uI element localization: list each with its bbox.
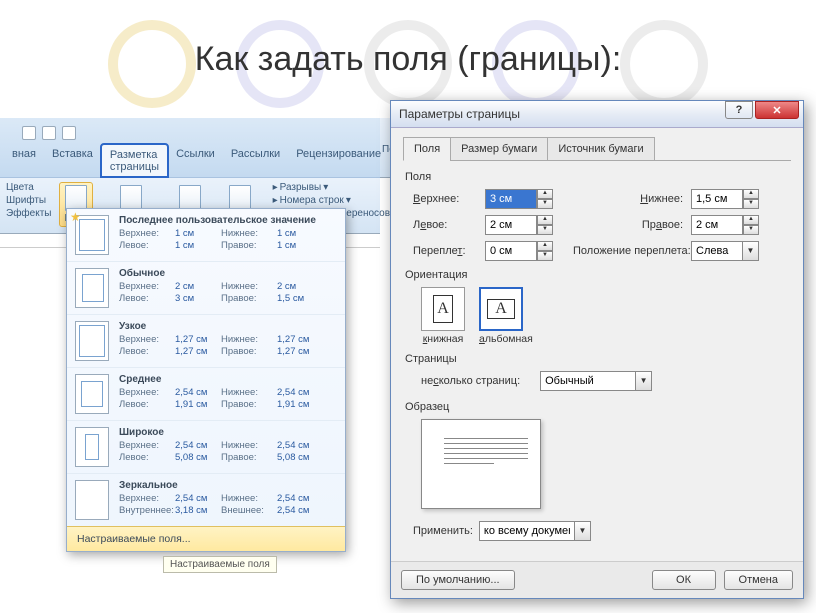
multi-pages-label: несколько страниц: — [421, 375, 520, 387]
quick-access-toolbar — [0, 124, 380, 144]
margin-preset-item[interactable]: СреднееВерхнее:2,54 смНижнее:2,54 смЛево… — [67, 368, 345, 421]
ribbon-tabs: вная Вставка Разметка страницы Ссылки Ра… — [0, 144, 380, 177]
margin-preset-item[interactable]: ШирокоеВерхнее:2,54 смНижнее:2,54 смЛево… — [67, 421, 345, 474]
left-spinner[interactable]: ▲▼ — [485, 215, 565, 235]
right-input[interactable] — [691, 215, 743, 235]
gutter-label: Переплет: — [413, 245, 477, 257]
right-spinner[interactable]: ▲▼ — [691, 215, 771, 235]
margin-fields: Верхнее: ▲▼ Нижнее: ▲▼ Левое: ▲▼ Правое:… — [413, 189, 791, 261]
apply-to-label: Применить: — [413, 525, 473, 537]
tab-review[interactable]: Рецензирование — [288, 144, 389, 177]
tab-page-layout[interactable]: Разметка страницы — [101, 144, 168, 177]
right-label: Правое: — [573, 219, 683, 231]
bottom-label: Нижнее: — [573, 193, 683, 205]
page-setup-dialog: Параметры страницы ? ✕ Поля Размер бумаг… — [390, 100, 804, 599]
top-spinner[interactable]: ▲▼ — [485, 189, 565, 209]
orientation-section-label: Ориентация — [405, 269, 791, 281]
default-button[interactable]: По умолчанию... — [401, 570, 515, 590]
help-button[interactable]: ? — [725, 101, 753, 119]
gutter-pos-label: Положение переплета: — [573, 245, 683, 257]
colors-button[interactable]: Цвета — [6, 182, 51, 193]
close-button[interactable]: ✕ — [755, 101, 799, 119]
qat-redo-icon[interactable] — [62, 126, 76, 140]
tab-insert[interactable]: Вставка — [44, 144, 101, 177]
dialog-footer: По умолчанию... ОК Отмена — [391, 561, 803, 598]
portrait-label: книжная — [421, 333, 465, 345]
line-numbers-button[interactable]: ▸ Номера строк ▾ — [273, 195, 398, 206]
tab-mailings[interactable]: Рассылки — [223, 144, 288, 177]
slide-title: Как задать поля (границы): — [0, 40, 816, 79]
preset-name: Зеркальное — [119, 480, 337, 491]
margin-thumb-icon — [75, 427, 109, 467]
tab-home[interactable]: вная — [4, 144, 44, 177]
ok-button[interactable]: ОК — [652, 570, 716, 590]
custom-margins-tooltip: Настраиваемые поля — [163, 556, 277, 573]
preview-section-label: Образец — [405, 401, 791, 413]
spin-down-icon[interactable]: ▼ — [537, 199, 553, 209]
tab-paper[interactable]: Размер бумаги — [450, 137, 548, 161]
preset-name: Широкое — [119, 427, 337, 438]
gutter-spinner[interactable]: ▲▼ — [485, 241, 565, 261]
left-input[interactable] — [485, 215, 537, 235]
top-label: Верхнее: — [413, 193, 477, 205]
preset-name: Среднее — [119, 374, 337, 385]
preset-name: Обычное — [119, 268, 337, 279]
margins-section-label: Поля — [405, 171, 791, 183]
ribbon-bar: вная Вставка Разметка страницы Ссылки Ра… — [0, 118, 380, 178]
tab-source[interactable]: Источник бумаги — [547, 137, 654, 161]
top-input[interactable] — [485, 189, 537, 209]
preset-name: Последнее пользовательское значение — [119, 215, 337, 226]
effects-button[interactable]: Эффекты — [6, 208, 51, 219]
dropdown-arrow-icon[interactable]: ▼ — [575, 521, 591, 541]
margin-thumb-icon — [75, 321, 109, 361]
multi-pages-combo[interactable]: ▼ — [540, 371, 652, 391]
margin-preset-item[interactable]: ЗеркальноеВерхнее:2,54 смНижнее:2,54 смВ… — [67, 474, 345, 526]
margin-thumb-icon — [75, 215, 109, 255]
dropdown-arrow-icon[interactable]: ▼ — [636, 371, 652, 391]
portrait-option[interactable]: A — [421, 287, 465, 331]
tab-margins[interactable]: Поля — [403, 137, 451, 161]
gutter-pos-input[interactable] — [691, 241, 743, 261]
bottom-input[interactable] — [691, 189, 743, 209]
fonts-button[interactable]: Шрифты — [6, 195, 51, 206]
dialog-tabs: Поля Размер бумаги Источник бумаги — [403, 136, 791, 161]
margin-thumb-icon — [75, 480, 109, 520]
left-label: Левое: — [413, 219, 477, 231]
preset-name: Узкое — [119, 321, 337, 332]
pages-section-label: Страницы — [405, 353, 791, 365]
multi-pages-input[interactable] — [540, 371, 636, 391]
word-ribbon-panel: вная Вставка Разметка страницы Ссылки Ра… — [0, 118, 380, 248]
apply-to-combo[interactable]: ▼ — [479, 521, 591, 541]
custom-margins-item[interactable]: Настраиваемые поля... — [67, 526, 345, 551]
margin-preset-item[interactable]: Последнее пользовательское значениеВерхн… — [67, 209, 345, 262]
dropdown-arrow-icon[interactable]: ▼ — [743, 241, 759, 261]
margins-dropdown: Последнее пользовательское значениеВерхн… — [66, 208, 346, 552]
margin-preset-item[interactable]: ОбычноеВерхнее:2 смНижнее:2 смЛевое:3 см… — [67, 262, 345, 315]
margin-thumb-icon — [75, 268, 109, 308]
landscape-option[interactable]: A — [479, 287, 523, 331]
margin-thumb-icon — [75, 374, 109, 414]
cancel-button[interactable]: Отмена — [724, 570, 793, 590]
qat-save-icon[interactable] — [22, 126, 36, 140]
spin-up-icon[interactable]: ▲ — [537, 189, 553, 199]
apply-to-input[interactable] — [479, 521, 575, 541]
themes-group: Цвета Шрифты Эффекты — [6, 182, 51, 227]
qat-undo-icon[interactable] — [42, 126, 56, 140]
breaks-button[interactable]: ▸ Разрывы ▾ — [273, 182, 398, 193]
preview-thumbnail — [421, 419, 541, 509]
margin-preset-item[interactable]: УзкоеВерхнее:1,27 смНижнее:1,27 смЛевое:… — [67, 315, 345, 368]
dialog-titlebar[interactable]: Параметры страницы ? ✕ — [391, 101, 803, 128]
landscape-label: альбомная — [479, 333, 533, 345]
tab-references[interactable]: Ссылки — [168, 144, 223, 177]
bottom-spinner[interactable]: ▲▼ — [691, 189, 771, 209]
gutter-pos-combo[interactable]: ▼ — [691, 241, 771, 261]
gutter-input[interactable] — [485, 241, 537, 261]
